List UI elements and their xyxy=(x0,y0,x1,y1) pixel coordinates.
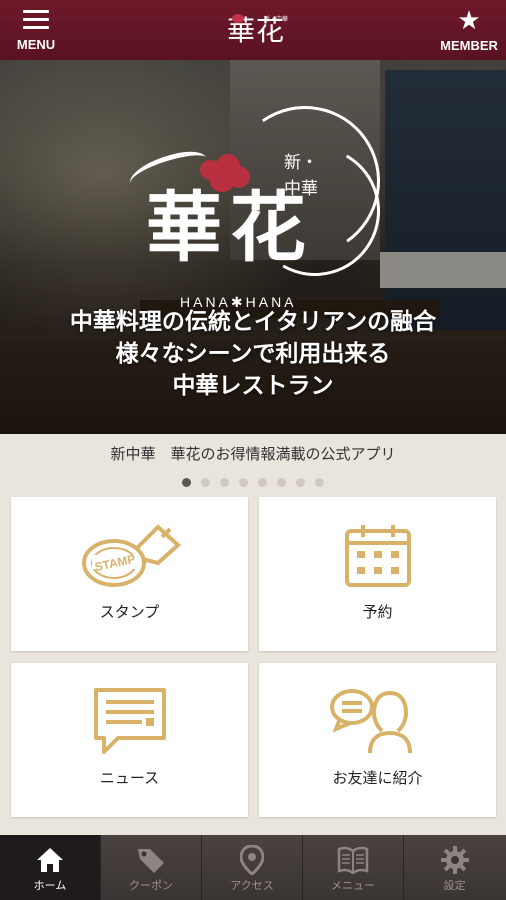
nav-coupon[interactable]: クーポン xyxy=(101,835,202,900)
banner-caption: 新中華 華花のお得情報満載の公式アプリ xyxy=(110,445,396,463)
news-tile[interactable]: ニュース xyxy=(11,663,248,817)
reservation-tile[interactable]: 予約 xyxy=(259,497,496,651)
member-label: MEMBER xyxy=(440,38,498,53)
header-logo-sub: 新・中華 xyxy=(263,16,288,23)
carousel-dot[interactable] xyxy=(239,478,248,487)
carousel-dots xyxy=(0,472,506,487)
carousel-dot[interactable] xyxy=(277,478,286,487)
nav-home[interactable]: ホーム xyxy=(0,835,101,900)
carousel-dot[interactable] xyxy=(258,478,267,487)
nav-home-label: ホーム xyxy=(33,879,67,892)
app-header: MENU 新・中華 華花 ★ MEMBER xyxy=(0,0,506,60)
reservation-label: 予約 xyxy=(362,603,393,621)
peony-icon xyxy=(232,14,244,23)
header-logo: 新・中華 華花 xyxy=(218,6,294,56)
invite-friend-label: お友達に紹介 xyxy=(332,769,423,787)
stamp-icon: STAMP xyxy=(11,513,248,597)
hero-tagline: 中華料理の伝統とイタリアンの融合 様々なシーンで利用出来る 中華レストラン xyxy=(69,308,437,399)
stamp-label: スタンプ xyxy=(99,603,160,621)
carousel-dot[interactable] xyxy=(220,478,229,487)
nav-settings-label: 設定 xyxy=(443,879,466,892)
nav-coupon-label: クーポン xyxy=(129,879,173,892)
bottom-nav: ホーム クーポン アクセス メニュー 設定 xyxy=(0,835,506,900)
menu-label: MENU xyxy=(16,37,56,52)
nav-menu[interactable]: メニュー xyxy=(303,835,404,900)
friend-icon xyxy=(259,679,496,763)
hamburger-icon xyxy=(23,10,49,30)
nav-settings[interactable]: 設定 xyxy=(404,835,505,900)
hero-logo-text: 華花 xyxy=(146,183,314,272)
book-icon xyxy=(303,843,403,877)
nav-access-label: アクセス xyxy=(230,879,274,892)
home-icon xyxy=(0,843,100,877)
calendar-icon xyxy=(259,513,496,597)
coupon-icon xyxy=(101,843,201,877)
nav-menu-label: メニュー xyxy=(331,879,375,892)
news-label: ニュース xyxy=(99,769,160,787)
hero-logo: 新・ 中華 華花 HANA✱HANA xyxy=(120,94,395,316)
star-icon: ★ xyxy=(457,6,481,36)
stamp-tile[interactable]: STAMP スタンプ xyxy=(11,497,248,651)
nav-access[interactable]: アクセス xyxy=(202,835,303,900)
member-button[interactable]: ★ MEMBER xyxy=(436,8,502,56)
carousel-dot[interactable] xyxy=(315,478,324,487)
menu-button[interactable]: MENU xyxy=(10,8,62,56)
carousel-dot[interactable] xyxy=(182,478,191,487)
invite-friend-tile[interactable]: お友達に紹介 xyxy=(259,663,496,817)
carousel-dot[interactable] xyxy=(201,478,210,487)
carousel-dot[interactable] xyxy=(296,478,305,487)
map-pin-icon xyxy=(202,843,302,877)
news-icon xyxy=(11,679,248,763)
hero-banner[interactable]: 新・ 中華 華花 HANA✱HANA 中華料理の伝統とイタリアンの融合 様々なシ… xyxy=(0,60,506,434)
gear-icon xyxy=(404,843,505,877)
